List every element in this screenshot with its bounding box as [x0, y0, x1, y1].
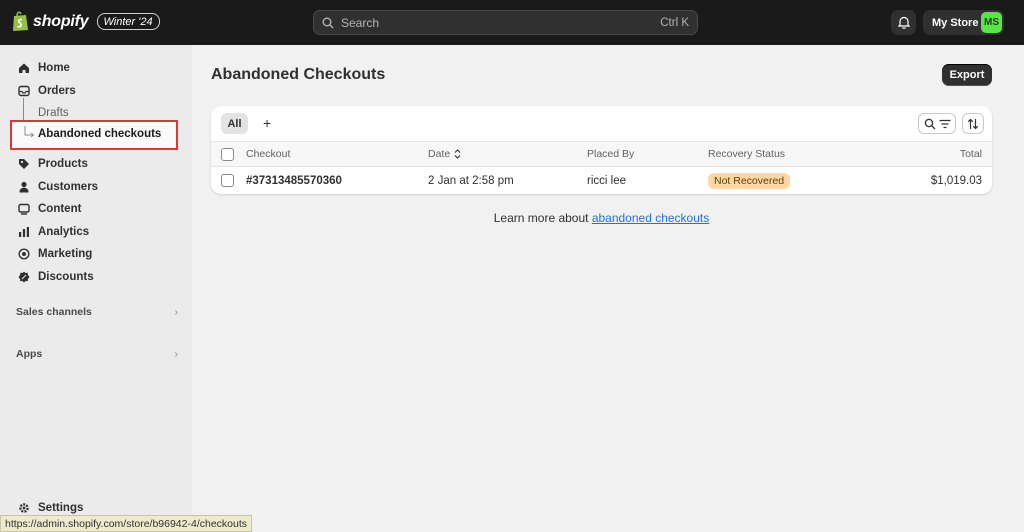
learn-more-text: Learn more about abandoned checkouts: [211, 211, 992, 225]
sidebar-item-marketing[interactable]: Marketing: [10, 243, 184, 265]
sidebar-item-drafts[interactable]: Drafts: [38, 107, 69, 119]
notifications-button[interactable]: [891, 10, 916, 35]
tree-arrow-icon: [24, 126, 35, 138]
sidebar-item-label: Customers: [38, 181, 99, 193]
gear-icon: [19, 503, 29, 513]
sidebar-section-sales-channels[interactable]: Sales channels ›: [16, 306, 178, 318]
sort-chevrons-icon: [454, 149, 461, 159]
tab-all[interactable]: All: [221, 113, 248, 134]
sidebar-item-orders[interactable]: Orders: [10, 80, 184, 102]
recovery-status-cell: Not Recovered: [708, 167, 791, 194]
table-header: Checkout Date Placed By Recovery Status …: [211, 141, 992, 167]
placed-by: ricci lee: [587, 174, 626, 187]
sort-button[interactable]: [962, 113, 984, 134]
sidebar-item-label: Products: [38, 158, 88, 170]
chevron-right-icon: ›: [174, 306, 179, 318]
sidebar-item-label: Home: [38, 62, 70, 74]
sidebar-item-discounts[interactable]: Discounts: [10, 266, 184, 288]
sidebar-item-abandoned-checkouts[interactable]: Abandoned checkouts: [10, 120, 178, 150]
chevron-right-icon: ›: [174, 348, 179, 360]
checkout-date: 2 Jan at 2:58 pm: [428, 174, 514, 187]
page-title: Abandoned Checkouts: [211, 66, 386, 83]
content-icon: [18, 203, 30, 215]
bar-chart-icon: [19, 227, 29, 237]
brand-name: shopify: [33, 12, 89, 30]
section-label: Apps: [16, 348, 43, 360]
store-name: My Store: [932, 16, 979, 29]
select-all-checkbox-cell: [221, 142, 234, 166]
sidebar-item-customers[interactable]: Customers: [10, 176, 184, 198]
filter-tabs: All +: [211, 106, 992, 141]
sidebar-item-label: Marketing: [38, 248, 93, 260]
link-preview-statusbar: https://admin.shopify.com/store/b96942-4…: [0, 515, 253, 532]
sidebar-section-apps[interactable]: Apps ›: [16, 348, 178, 360]
sort-icon: [967, 118, 979, 129]
export-button[interactable]: Export: [942, 64, 992, 86]
sidebar-item-content[interactable]: Content: [10, 198, 184, 220]
filter-icon: [939, 119, 950, 128]
avatar: MS: [981, 12, 1002, 33]
column-header-total: Total: [959, 148, 982, 160]
edition-badge[interactable]: Winter '24: [96, 13, 160, 30]
search-filter-button[interactable]: [918, 113, 956, 134]
store-menu-button[interactable]: My Store MS: [923, 10, 1004, 35]
search-icon: [322, 17, 334, 28]
section-label: Sales channels: [16, 306, 92, 318]
column-header-placed-by: Placed By: [587, 148, 635, 160]
sidebar-item-label: Settings: [38, 502, 84, 514]
status-badge: Not Recovered: [708, 172, 791, 189]
sidebar-item-analytics[interactable]: Analytics: [10, 221, 184, 243]
column-header-recovery-status: Recovery Status: [708, 148, 786, 160]
sidebar-item-label: Abandoned checkouts: [38, 128, 162, 140]
home-icon: [19, 63, 29, 73]
person-icon: [19, 181, 29, 193]
sidebar-item-label: Content: [38, 203, 82, 215]
shopify-bag-icon: [13, 11, 28, 31]
row-checkbox-cell: [221, 167, 234, 194]
tag-icon: [19, 159, 29, 169]
target-icon: [18, 248, 30, 260]
sidebar-item-home[interactable]: Home: [10, 57, 184, 79]
select-all-checkbox[interactable]: [221, 147, 234, 161]
add-view-button[interactable]: +: [263, 115, 271, 131]
search-input[interactable]: Search Ctrl K: [313, 10, 698, 35]
column-header-label: Date: [428, 148, 451, 160]
sidebar-item-label: Analytics: [38, 226, 90, 238]
checkouts-table-card: All + Checkout Date Placed By Recovery S…: [211, 106, 992, 194]
column-header-checkout[interactable]: Checkout: [246, 142, 290, 166]
search-placeholder: Search: [341, 15, 380, 30]
sidebar: Home Orders Drafts Abandoned checkouts P…: [0, 45, 192, 532]
search-icon: [924, 118, 935, 129]
checkout-total: $1,019.03: [930, 174, 982, 187]
top-bar: shopify Winter '24 Search Ctrl K My Stor…: [0, 0, 1024, 45]
column-header-date[interactable]: Date: [428, 142, 461, 166]
sidebar-item-label: Discounts: [38, 271, 94, 283]
bell-icon: [897, 16, 910, 29]
learn-more-prefix: Learn more about: [493, 211, 592, 225]
orders-icon: [18, 85, 30, 97]
discount-icon: [18, 271, 30, 283]
search-shortcut: Ctrl K: [660, 16, 689, 29]
sidebar-item-products[interactable]: Products: [10, 153, 184, 175]
shopify-logo[interactable]: shopify Winter '24: [12, 11, 160, 32]
sidebar-item-label: Orders: [38, 85, 76, 97]
checkout-id-link[interactable]: #37313485570360: [246, 167, 342, 194]
row-checkbox[interactable]: [221, 174, 234, 187]
learn-more-link[interactable]: abandoned checkouts: [592, 211, 709, 225]
table-row[interactable]: #37313485570360 2 Jan at 2:58 pm ricci l…: [211, 167, 992, 194]
